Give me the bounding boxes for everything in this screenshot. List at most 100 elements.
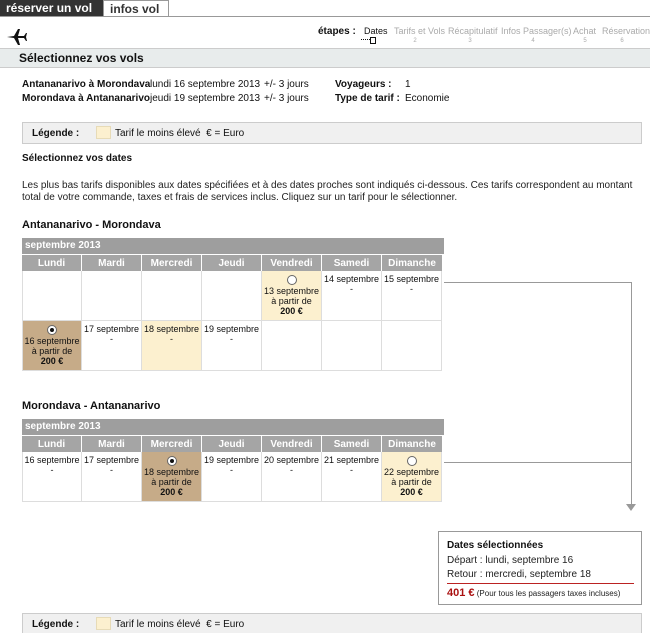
legend-text: Tarif le moins élevé € = Euro [115, 128, 244, 139]
day-from: à partir de [391, 477, 432, 487]
outbound-day-19: 19 septembre - [202, 321, 262, 371]
weekday-samedi: Samedi [322, 435, 382, 452]
legend-bottom: Légende : Tarif le moins élevé € = Euro [22, 613, 642, 633]
calendar-cell-empty [82, 271, 142, 321]
day-date: 18 septembre [143, 467, 200, 477]
weekday-mercredi: Mercredi [142, 254, 202, 271]
calendar-cell-empty [322, 321, 382, 371]
inbound-day-18-selected[interactable]: 18 septembre à partir de 200 € [142, 452, 202, 502]
fare-type-value: Economie [405, 93, 450, 104]
outbound-day-16-selected[interactable]: 16 septembre à partir de 200 € [22, 321, 82, 371]
inbound-day-22[interactable]: 22 septembre à partir de 200 € [382, 452, 442, 502]
calendar-week: 16 septembre - 17 septembre - 18 septemb… [22, 452, 444, 502]
fare-radio[interactable] [406, 456, 417, 466]
weekday-mardi: Mardi [82, 435, 142, 452]
weekday-mardi: Mardi [82, 254, 142, 271]
outbound-day-13[interactable]: 13 septembre à partir de 200 € [262, 271, 322, 321]
fare-radio-selected[interactable] [47, 325, 57, 335]
arrow-down-icon [626, 504, 636, 511]
cheapest-fare-swatch [96, 126, 111, 139]
travellers-label: Voyageurs : [335, 79, 392, 90]
cheapest-fare-swatch [96, 617, 111, 630]
day-date: 16 septembre [24, 336, 80, 346]
inbound-calendar: septembre 2013 Lundi Mardi Mercredi Jeud… [22, 419, 444, 502]
day-price: 200 € [400, 487, 423, 497]
weekday-dimanche: Dimanche [382, 254, 442, 271]
travellers-value: 1 [405, 79, 411, 90]
connector-line [631, 282, 632, 505]
day-date: 17 septembre [83, 324, 140, 334]
day-from: à partir de [271, 296, 312, 306]
day-no-fare: - [350, 284, 353, 294]
calendar-month: septembre 2013 [22, 238, 444, 254]
selected-dates-title: Dates sélectionnées [447, 540, 544, 551]
step-achat: Achat [573, 26, 597, 36]
step-progress-dots [361, 39, 370, 40]
calendar-cell-empty [22, 271, 82, 321]
outbound-calendar: septembre 2013 Lundi Mardi Mercredi Jeud… [22, 238, 444, 371]
day-date: 19 septembre [203, 455, 260, 465]
outbound-flex: +/- 3 jours [264, 79, 309, 90]
step-reservation: Réservation [602, 26, 650, 36]
step-tarifs-et-vols: Tarifs et Vols [394, 26, 446, 36]
day-date: 13 septembre [263, 286, 320, 296]
return-route: Morondava à Antananarivo [22, 93, 150, 104]
tab-infos-vol[interactable]: infos vol [103, 0, 169, 17]
legend: Légende : Tarif le moins élevé € = Euro [22, 122, 642, 144]
legend-label: Légende : [32, 619, 80, 630]
steps-label: étapes : [318, 26, 356, 37]
legend-cheapest: Tarif le moins élevé [115, 128, 201, 139]
day-date: 17 septembre [83, 455, 140, 465]
weekday-vendredi: Vendredi [262, 435, 322, 452]
day-no-fare: - [350, 465, 353, 475]
outbound-route: Antananarivo à Morondava [22, 79, 151, 90]
day-price: 200 € [40, 356, 64, 366]
fare-radio-selected[interactable] [166, 456, 177, 466]
select-dates-heading: Sélectionnez vos dates [22, 153, 133, 164]
step-number: 6 [620, 38, 624, 44]
day-price: 200 € [280, 306, 303, 316]
tab-reserver-un-vol[interactable]: réserver un vol [0, 0, 103, 17]
day-no-fare: - [50, 465, 54, 475]
calendar-week: 16 septembre à partir de 200 € 17 septem… [22, 321, 444, 371]
outbound-route-title: Antananarivo - Morondava [22, 219, 161, 231]
total-note: (Pour tous les passagers taxes incluses) [476, 589, 621, 598]
weekday-lundi: Lundi [22, 254, 82, 271]
legend-label: Légende : [32, 128, 80, 139]
day-date: 19 septembre [203, 324, 260, 334]
top-tabs: réserver un vol infos vol [0, 0, 169, 17]
calendar-cell-empty [202, 271, 262, 321]
weekday-vendredi: Vendredi [262, 254, 322, 271]
day-from: à partir de [31, 346, 73, 356]
day-from: à partir de [151, 477, 192, 487]
day-date: 15 septembre [383, 274, 440, 284]
weekday-mercredi: Mercredi [142, 435, 202, 452]
outbound-day-14: 14 septembre - [322, 271, 382, 321]
day-no-fare: - [170, 334, 173, 344]
fare-type-label: Type de tarif : [335, 93, 400, 104]
selected-retour: Retour : mercredi, septembre 18 [447, 569, 591, 580]
day-price: 200 € [160, 487, 183, 497]
step-number: 4 [531, 38, 535, 44]
outbound-day-15: 15 septembre - [382, 271, 442, 321]
weekday-jeudi: Jeudi [202, 254, 262, 271]
step-number: 3 [468, 38, 472, 44]
day-date: 14 septembre [323, 274, 380, 284]
outbound-date: lundi 16 septembre 2013 [150, 79, 261, 90]
calendar-month: septembre 2013 [22, 419, 444, 435]
legend-text: Tarif le moins élevé € = Euro [115, 619, 244, 630]
calendar-cell-empty [382, 321, 442, 371]
inbound-day-17: 17 septembre - [82, 452, 142, 502]
fare-radio[interactable] [286, 275, 297, 285]
step-number: 2 [413, 38, 417, 44]
calendar-cell-empty [142, 271, 202, 321]
weekday-header: Lundi Mardi Mercredi Jeudi Vendredi Same… [22, 435, 444, 452]
selected-depart: Départ : lundi, septembre 16 [447, 555, 574, 566]
day-date: 20 septembre [263, 455, 320, 465]
legend-currency: € = Euro [206, 128, 245, 139]
inbound-day-21: 21 septembre - [322, 452, 382, 502]
day-no-fare: - [230, 465, 233, 475]
calendar-week: 13 septembre à partir de 200 € 14 septem… [22, 271, 444, 321]
return-date: jeudi 19 septembre 2013 [150, 93, 261, 104]
day-no-fare: - [110, 334, 113, 344]
